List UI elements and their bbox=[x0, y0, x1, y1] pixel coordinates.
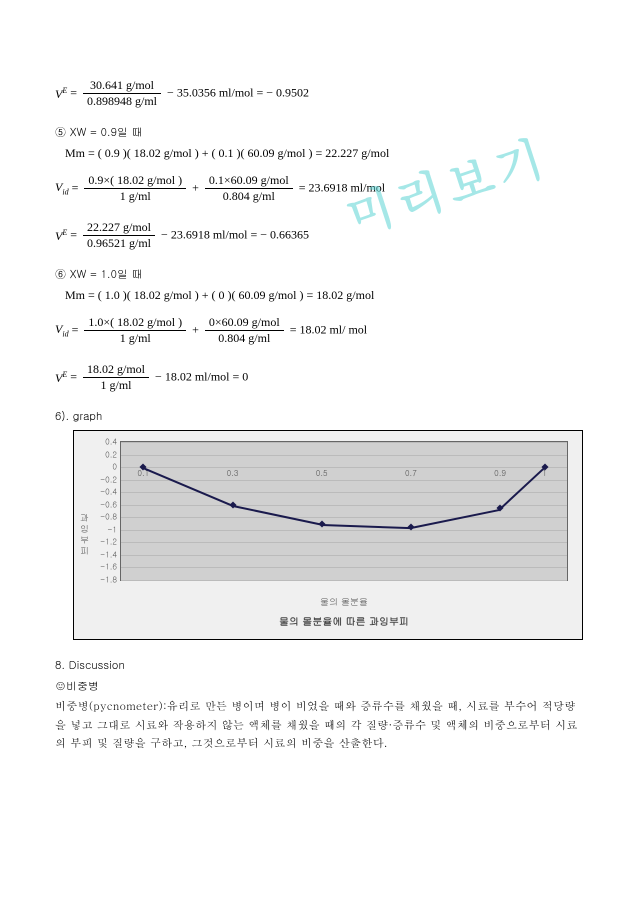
chart-plot-area: 0.40.20-0.2-0.4-0.6-0.8-1-1.2-1.4-1.6-1.… bbox=[120, 441, 568, 581]
chart-line-segment bbox=[411, 508, 500, 528]
chart-y-tick: -1 bbox=[107, 524, 121, 535]
case-5-condition: ⑤ XW = 0.9일 때 bbox=[55, 125, 585, 140]
chart-y-tick: -1.8 bbox=[100, 575, 121, 586]
chart-gridline bbox=[121, 492, 567, 493]
chart-y-tick: 0.4 bbox=[105, 437, 121, 448]
chart-y-tick: -1.6 bbox=[100, 562, 121, 573]
chart-line-segment bbox=[143, 467, 233, 506]
equation-ve-6: VE = 18.02 g/mol1 g/ml − 18.02 ml/mol = … bbox=[55, 362, 585, 393]
chart-y-tick: -0.8 bbox=[100, 512, 121, 523]
chart-x-tick: 0.3 bbox=[227, 468, 239, 479]
chart-y-tick: -1.2 bbox=[100, 537, 121, 548]
equation-ve-4: VE = 30.641 g/mol0.898948 g/ml − 35.0356… bbox=[55, 78, 585, 109]
chart-x-tick: 0.7 bbox=[405, 468, 417, 479]
chart-y-axis-label: 과잉부피 bbox=[78, 513, 91, 557]
chart-x-axis-label: 물의 몰분율 bbox=[120, 595, 568, 608]
chart-gridline bbox=[121, 580, 567, 581]
equation-vid-5: Vid = 0.9×( 18.02 g/mol )1 g/ml + 0.1×60… bbox=[55, 173, 585, 204]
chart-y-tick: 0.2 bbox=[105, 449, 121, 460]
chart-gridline bbox=[121, 567, 567, 568]
chart-x-tick: 0.5 bbox=[316, 468, 328, 479]
chart-line-segment bbox=[322, 524, 411, 529]
chart-y-tick: -0.6 bbox=[100, 499, 121, 510]
case-6-condition: ⑥ XW = 1.0일 때 bbox=[55, 267, 585, 282]
chart-gridline bbox=[121, 555, 567, 556]
discussion-subheading: ☺비중병 bbox=[55, 679, 585, 694]
chart-y-tick: -0.2 bbox=[100, 474, 121, 485]
chart-y-tick: -1.4 bbox=[100, 549, 121, 560]
excess-volume-chart: 과잉부피 0.40.20-0.2-0.4-0.6-0.8-1-1.2-1.4-1… bbox=[73, 430, 583, 640]
chart-gridline bbox=[121, 442, 567, 443]
chart-gridline bbox=[121, 530, 567, 531]
equation-ve-5: VE = 22.227 g/mol0.96521 g/ml − 23.6918 … bbox=[55, 220, 585, 251]
equation-mm-5: Mm = ( 0.9 )( 18.02 g/mol ) + ( 0.1 )( 6… bbox=[65, 146, 585, 161]
chart-gridline bbox=[121, 480, 567, 481]
discussion-body: 비중병(pycnometer):유리로 만든 병이며 병이 비었을 때와 증류수… bbox=[55, 698, 585, 754]
chart-title: 물의 몰분율에 따른 과잉부피 bbox=[120, 614, 568, 628]
chart-gridline bbox=[121, 517, 567, 518]
chart-x-tick: 0.9 bbox=[494, 468, 506, 479]
graph-section-label: 6). graph bbox=[55, 409, 585, 424]
chart-gridline bbox=[121, 542, 567, 543]
chart-line-segment bbox=[500, 467, 546, 509]
chart-y-tick: -0.4 bbox=[100, 487, 121, 498]
chart-gridline bbox=[121, 455, 567, 456]
equation-vid-6: Vid = 1.0×( 18.02 g/mol )1 g/ml + 0×60.0… bbox=[55, 315, 585, 346]
discussion-heading: 8. Discussion bbox=[55, 658, 585, 673]
chart-y-tick: 0 bbox=[112, 462, 121, 473]
equation-mm-6: Mm = ( 1.0 )( 18.02 g/mol ) + ( 0 )( 60.… bbox=[65, 288, 585, 303]
chart-line-segment bbox=[232, 505, 322, 525]
